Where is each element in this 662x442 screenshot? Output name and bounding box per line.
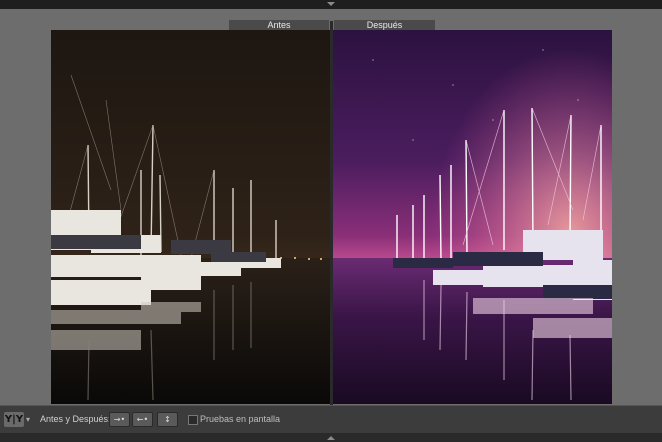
after-photo[interactable] bbox=[333, 30, 612, 404]
before-after-divider bbox=[330, 21, 333, 405]
show-top-panel-icon[interactable] bbox=[327, 2, 335, 6]
before-photo[interactable] bbox=[51, 30, 330, 404]
bottom-panel-bar bbox=[0, 433, 662, 442]
top-panel-bar bbox=[0, 0, 662, 9]
view-mode-dropdown-icon[interactable]: ▾ bbox=[26, 412, 34, 427]
show-filmstrip-icon[interactable] bbox=[327, 436, 335, 440]
copy-after-to-before-button[interactable]: ←• bbox=[132, 412, 153, 427]
before-after-label: Antes y Después: bbox=[40, 414, 111, 424]
copy-before-to-after-button[interactable]: →• bbox=[109, 412, 130, 427]
view-mode-button[interactable]: Y|Y bbox=[4, 412, 24, 427]
swap-before-after-button[interactable]: ↕ bbox=[157, 412, 178, 427]
toolbar: Y|Y ▾ Antes y Después: →• ←• ↕ Pruebas e… bbox=[0, 405, 662, 433]
soft-proofing-label: Pruebas en pantalla bbox=[200, 414, 281, 424]
soft-proofing-checkbox[interactable] bbox=[188, 415, 198, 425]
yy-icon: Y|Y bbox=[4, 414, 24, 425]
